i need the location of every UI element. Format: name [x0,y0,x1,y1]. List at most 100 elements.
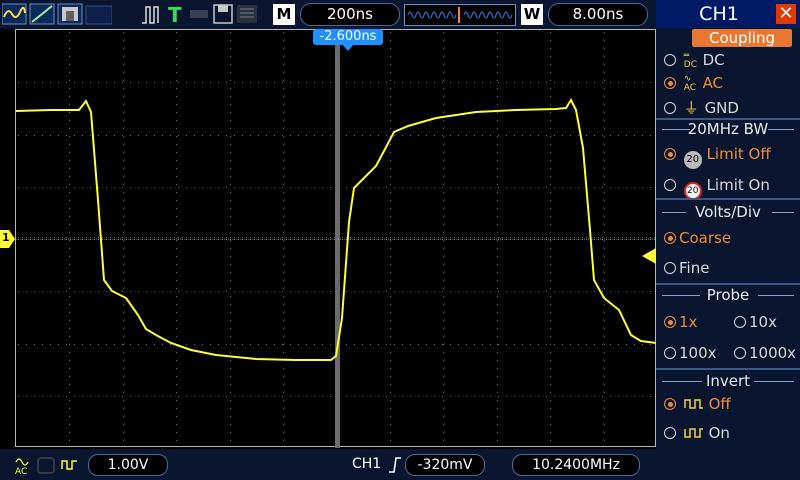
graticule-dot [258,82,259,83]
probe-option-1x[interactable]: 1x [664,313,697,331]
coupling-option-gnd[interactable]: ⏚ GND [664,97,739,118]
graticule-dot [176,392,177,393]
graticule-dot [34,291,35,292]
graticule-dot [283,336,284,337]
graticule-dot [210,82,211,83]
graticule-dot [18,344,19,345]
graticule-dot [546,82,547,83]
graticule-dot [176,232,177,233]
graticule-dot [174,239,175,240]
graticule-dot [102,239,103,240]
bandwidth-option-on[interactable]: 20 Limit On [664,176,770,200]
graticule-dot [622,237,623,238]
graticule-dot [298,239,299,240]
graticule-dot [618,291,619,292]
graticule-dot [498,344,499,345]
graticule-dot [154,239,155,240]
graticule-dot [178,291,179,292]
graticule-dot [69,64,70,65]
coarse-label: Coarse [679,229,732,247]
graticule-dot [123,264,124,265]
probe-100x-label: 100x [679,344,717,362]
graticule-dot [626,291,627,292]
graticule-dot [522,237,523,238]
graticule-dot [283,152,284,153]
graticule-dot [570,239,571,240]
graticule-dot [522,82,523,83]
probe-option-10x[interactable]: 10x [734,313,777,331]
graticule-dot [506,396,507,397]
graticule-dot [497,184,498,185]
trigger-level-readout[interactable]: -320mV [405,454,485,476]
graticule-dot [34,187,35,188]
graticule-dot [426,135,427,136]
probe-option-1000x[interactable]: 1000x [734,344,796,362]
coupling-option-dc[interactable]: ═ DC DC [664,51,725,70]
graticule-dot [176,136,177,137]
graticule-dot [458,396,459,397]
trigger-level-marker-icon[interactable] [640,248,656,264]
graticule-dot [474,82,475,83]
trigger-offset-tag[interactable]: -2.600ns [313,29,383,45]
window-readout[interactable]: 8.00ns [548,3,648,26]
graticule-dot [630,239,631,240]
inverted-square-wave-icon [684,428,703,438]
graticule-dot [302,237,303,238]
graticule-dot [114,344,115,345]
graticule-dot [390,440,391,441]
graticule-dot [378,135,379,136]
graticule-dot [123,320,124,321]
graticule-dot [434,237,435,238]
graticule-dot [70,237,71,238]
graticule-dot [176,360,177,361]
graticule-dot [497,96,498,97]
bandwidth-option-off[interactable]: 20 Limit Off [664,145,771,169]
invert-option-off[interactable]: Off [664,395,731,413]
graticule-dot [390,256,391,257]
graticule-dot [562,237,563,238]
graticule-dot [497,72,498,73]
graticule-dot [634,82,635,83]
timebase-readout[interactable]: 200ns [300,3,400,26]
graticule-dot [69,104,70,105]
probe-option-100x[interactable]: 100x [664,344,717,362]
graticule-dot [604,344,605,345]
graticule-dot [497,392,498,393]
graticule-dot [122,291,123,292]
graticule-dot [194,237,195,238]
graticule-dot [362,187,363,188]
graticule-dot [510,239,511,240]
graticule-dot [634,396,635,397]
coupling-option-ac[interactable]: ∿ AC AC [664,74,723,93]
graticule-dot [497,312,498,313]
volts-per-div-readout[interactable]: 1.00V [88,454,168,476]
graticule-dot [330,396,331,397]
trigger-status-icons: T [142,3,257,25]
graticule-dot [90,237,91,238]
graticule-dot [254,239,255,240]
graticule-dot [114,187,115,188]
graticule-dot [497,440,498,441]
graticule-dot [550,352,551,353]
volts-div-option-fine[interactable]: Fine [664,259,709,277]
graticule-dot [290,396,291,397]
graticule-dot [604,32,605,33]
graticule-dot [390,72,391,73]
graticule-dot [274,291,275,292]
graticule-dot [123,72,124,73]
graticule-dot [322,82,323,83]
graticule-dot [210,187,211,188]
graticule-dot [497,208,498,209]
graticule-dot [230,296,231,297]
close-icon[interactable]: ✕ [776,4,796,24]
radio-icon [664,347,676,359]
graticule-dot [604,64,605,65]
volts-div-option-coarse[interactable]: Coarse [664,229,731,247]
graticule-dot [550,136,551,137]
graticule-dot [466,291,467,292]
graticule-dot [123,272,124,273]
graticule-dot [210,239,211,240]
graticule-dot [258,135,259,136]
graticule-dot [69,432,70,433]
invert-option-on[interactable]: On [664,424,730,442]
